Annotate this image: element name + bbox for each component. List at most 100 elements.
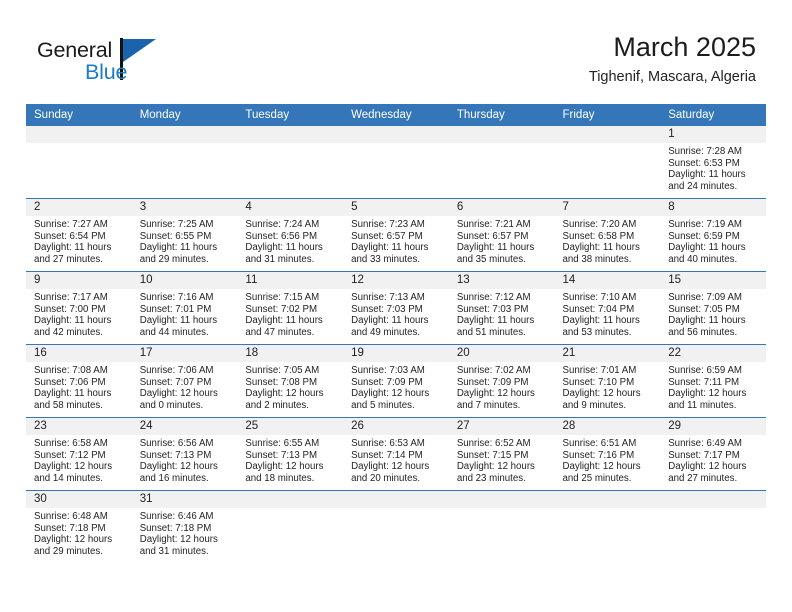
day-cell-content (554, 491, 661, 563)
sunrise-line: Sunrise: 7:20 AM (562, 219, 637, 230)
sunrise-line: Sunrise: 7:12 AM (456, 292, 531, 303)
sunset-line: Sunset: 7:10 PM (562, 376, 635, 388)
day-number (343, 491, 449, 508)
calendar-day-cell[interactable]: 23 Sunrise: 6:58 AM Sunset: 7:12 PM Dayligh… (26, 417, 132, 491)
sunset-line: Sunset: 7:07 PM (139, 376, 212, 388)
sunset-line: Sunset: 7:13 PM (139, 449, 212, 461)
calendar-day-cell[interactable]: 22 Sunrise: 6:59 AM Sunset: 7:11 PM Dayligh… (660, 344, 766, 418)
calendar-day-cell[interactable]: 24 Sunrise: 6:56 AM Sunset: 7:13 PM Dayligh… (131, 417, 238, 491)
calendar-day-cell[interactable]: 11 Sunrise: 7:15 AM Sunset: 7:02 PM Dayligh… (237, 271, 344, 345)
calendar-day-cell[interactable]: 28 Sunrise: 6:51 AM Sunset: 7:16 PM Dayligh… (554, 417, 661, 491)
calendar-day-cell[interactable]: 14 Sunrise: 7:10 AM Sunset: 7:04 PM Dayligh… (554, 271, 661, 345)
calendar-day-cell[interactable] (343, 126, 449, 199)
calendar-day-cell[interactable]: 4 Sunrise: 7:24 AM Sunset: 6:56 PM Daylight… (237, 198, 344, 272)
calendar-day-cell[interactable] (448, 491, 555, 564)
sunrise-line: Sunrise: 6:59 AM (668, 365, 742, 376)
daylight-line-cont: and 27 minutes. (34, 253, 103, 265)
weekday-header-thursday: Thursday (448, 104, 555, 126)
calendar-day-cell[interactable]: 13 Sunrise: 7:12 AM Sunset: 7:03 PM Dayligh… (448, 271, 555, 345)
calendar-day-cell[interactable]: 7 Sunrise: 7:20 AM Sunset: 6:58 PM Daylight… (554, 198, 661, 272)
sunset-line: Sunset: 6:57 PM (456, 230, 529, 242)
day-number: 12 (343, 272, 449, 289)
daylight-line-cont: and 33 minutes. (351, 253, 421, 265)
daylight-line-cont: and 25 minutes. (562, 472, 632, 484)
day-sun-info: Sunrise: 7:28 AM Sunset: 6:53 PM Daylight:… (660, 143, 766, 192)
daylight-line: Daylight: 12 hours (562, 461, 641, 473)
day-cell-content: 23 Sunrise: 6:58 AM Sunset: 7:12 PM Dayligh… (26, 418, 132, 490)
day-sun-info: Sunrise: 7:03 AM Sunset: 7:09 PM Daylight:… (343, 362, 449, 411)
sunset-line: Sunset: 7:18 PM (139, 522, 212, 534)
calendar-day-cell[interactable]: 25 Sunrise: 6:55 AM Sunset: 7:13 PM Dayligh… (237, 417, 344, 491)
sunset-line: Sunset: 7:12 PM (34, 449, 106, 461)
day-sun-info: Sunrise: 6:55 AM Sunset: 7:13 PM Daylight:… (237, 435, 343, 484)
day-number: 26 (343, 418, 449, 435)
calendar-day-cell[interactable]: 8 Sunrise: 7:19 AM Sunset: 6:59 PM Daylight… (660, 198, 766, 272)
calendar-day-cell[interactable]: 29 Sunrise: 6:49 AM Sunset: 7:17 PM Dayligh… (660, 417, 766, 491)
sunrise-line: Sunrise: 6:53 AM (351, 438, 425, 449)
calendar-day-cell[interactable]: 9 Sunrise: 7:17 AM Sunset: 7:00 PM Daylight… (26, 271, 132, 345)
calendar-day-cell[interactable]: 31 Sunrise: 6:46 AM Sunset: 7:18 PM Dayligh… (131, 491, 238, 564)
day-number: 23 (26, 418, 132, 435)
calendar-day-cell[interactable]: 1 Sunrise: 7:28 AM Sunset: 6:53 PM Daylight… (660, 126, 766, 199)
calendar-day-cell[interactable]: 20 Sunrise: 7:02 AM Sunset: 7:09 PM Dayligh… (448, 344, 555, 418)
sunrise-line: Sunrise: 7:23 AM (351, 219, 425, 230)
sunset-line: Sunset: 7:11 PM (668, 376, 740, 388)
calendar-day-cell[interactable] (131, 126, 238, 199)
calendar-day-cell[interactable] (343, 491, 449, 564)
calendar-day-cell[interactable]: 12 Sunrise: 7:13 AM Sunset: 7:03 PM Dayligh… (343, 271, 449, 345)
day-sun-info: Sunrise: 6:56 AM Sunset: 7:13 PM Daylight:… (132, 435, 238, 484)
day-sun-info: Sunrise: 7:16 AM Sunset: 7:01 PM Daylight:… (132, 289, 238, 338)
day-cell-content: 13 Sunrise: 7:12 AM Sunset: 7:03 PM Dayligh… (448, 272, 555, 344)
calendar-day-cell[interactable]: 6 Sunrise: 7:21 AM Sunset: 6:57 PM Daylight… (448, 198, 555, 272)
day-sun-info: Sunrise: 7:19 AM Sunset: 6:59 PM Daylight:… (660, 216, 766, 265)
daylight-line: Daylight: 11 hours (456, 242, 535, 254)
day-number (237, 491, 344, 508)
day-sun-info: Sunrise: 7:15 AM Sunset: 7:02 PM Daylight:… (237, 289, 343, 338)
calendar-day-cell[interactable] (26, 126, 132, 199)
day-number: 17 (131, 345, 238, 362)
calendar-day-cell[interactable]: 17 Sunrise: 7:06 AM Sunset: 7:07 PM Dayligh… (131, 344, 238, 418)
calendar-day-cell[interactable] (554, 126, 661, 199)
sunrise-line: Sunrise: 7:01 AM (562, 365, 637, 376)
calendar-day-cell[interactable] (660, 491, 766, 564)
calendar-day-cell[interactable]: 10 Sunrise: 7:16 AM Sunset: 7:01 PM Dayligh… (131, 271, 238, 345)
daylight-line: Daylight: 12 hours (34, 461, 113, 473)
calendar-day-cell[interactable]: 19 Sunrise: 7:03 AM Sunset: 7:09 PM Dayligh… (343, 344, 449, 418)
daylight-line: Daylight: 12 hours (562, 388, 641, 400)
daylight-line: Daylight: 12 hours (139, 461, 218, 473)
weekday-header-wednesday: Wednesday (343, 104, 449, 126)
calendar-body: 1 Sunrise: 7:28 AM Sunset: 6:53 PM Daylight… (26, 126, 766, 563)
calendar-day-cell[interactable]: 16 Sunrise: 7:08 AM Sunset: 7:06 PM Dayligh… (26, 344, 132, 418)
calendar-day-cell[interactable]: 15 Sunrise: 7:09 AM Sunset: 7:05 PM Dayligh… (660, 271, 766, 345)
title-block: March 2025 Tighenif, Mascara, Algeria (589, 30, 756, 88)
calendar-day-cell[interactable]: 3 Sunrise: 7:25 AM Sunset: 6:55 PM Daylight… (131, 198, 238, 272)
calendar-day-cell[interactable]: 26 Sunrise: 6:53 AM Sunset: 7:14 PM Dayligh… (343, 417, 449, 491)
day-sun-info: Sunrise: 7:09 AM Sunset: 7:05 PM Daylight:… (660, 289, 766, 338)
calendar-day-cell[interactable]: 30 Sunrise: 6:48 AM Sunset: 7:18 PM Dayligh… (26, 491, 132, 564)
day-number: 24 (131, 418, 238, 435)
calendar-week-row: 9 Sunrise: 7:17 AM Sunset: 7:00 PM Daylight… (26, 271, 766, 345)
calendar-day-cell[interactable]: 5 Sunrise: 7:23 AM Sunset: 6:57 PM Daylight… (343, 198, 449, 272)
sunset-line: Sunset: 7:09 PM (456, 376, 529, 388)
day-sun-info: Sunrise: 7:02 AM Sunset: 7:09 PM Daylight:… (449, 362, 555, 411)
day-cell-content: 21 Sunrise: 7:01 AM Sunset: 7:10 PM Dayligh… (554, 345, 661, 417)
daylight-line-cont: and 44 minutes. (139, 326, 209, 338)
calendar-day-cell[interactable]: 21 Sunrise: 7:01 AM Sunset: 7:10 PM Dayligh… (554, 344, 661, 418)
daylight-line-cont: and 42 minutes. (34, 326, 103, 338)
sunset-line: Sunset: 7:06 PM (34, 376, 106, 388)
day-sun-info (555, 508, 661, 511)
calendar-day-cell[interactable] (448, 126, 555, 199)
logo-text-blue: Blue (85, 60, 128, 84)
day-number: 10 (131, 272, 238, 289)
calendar-day-cell[interactable] (554, 491, 661, 564)
calendar-day-cell[interactable]: 2 Sunrise: 7:27 AM Sunset: 6:54 PM Daylight… (26, 198, 132, 272)
calendar-day-cell[interactable]: 27 Sunrise: 6:52 AM Sunset: 7:15 PM Dayligh… (448, 417, 555, 491)
general-blue-logo[interactable]: General Blue (37, 38, 167, 90)
daylight-line: Daylight: 11 hours (34, 388, 112, 400)
calendar-day-cell[interactable]: 18 Sunrise: 7:05 AM Sunset: 7:08 PM Dayligh… (237, 344, 344, 418)
day-cell-content: 31 Sunrise: 6:46 AM Sunset: 7:18 PM Dayligh… (131, 491, 238, 563)
calendar-day-cell[interactable] (237, 126, 344, 199)
daylight-line-cont: and 56 minutes. (668, 326, 738, 338)
calendar-day-cell[interactable] (237, 491, 344, 564)
daylight-line-cont: and 29 minutes. (139, 253, 209, 265)
